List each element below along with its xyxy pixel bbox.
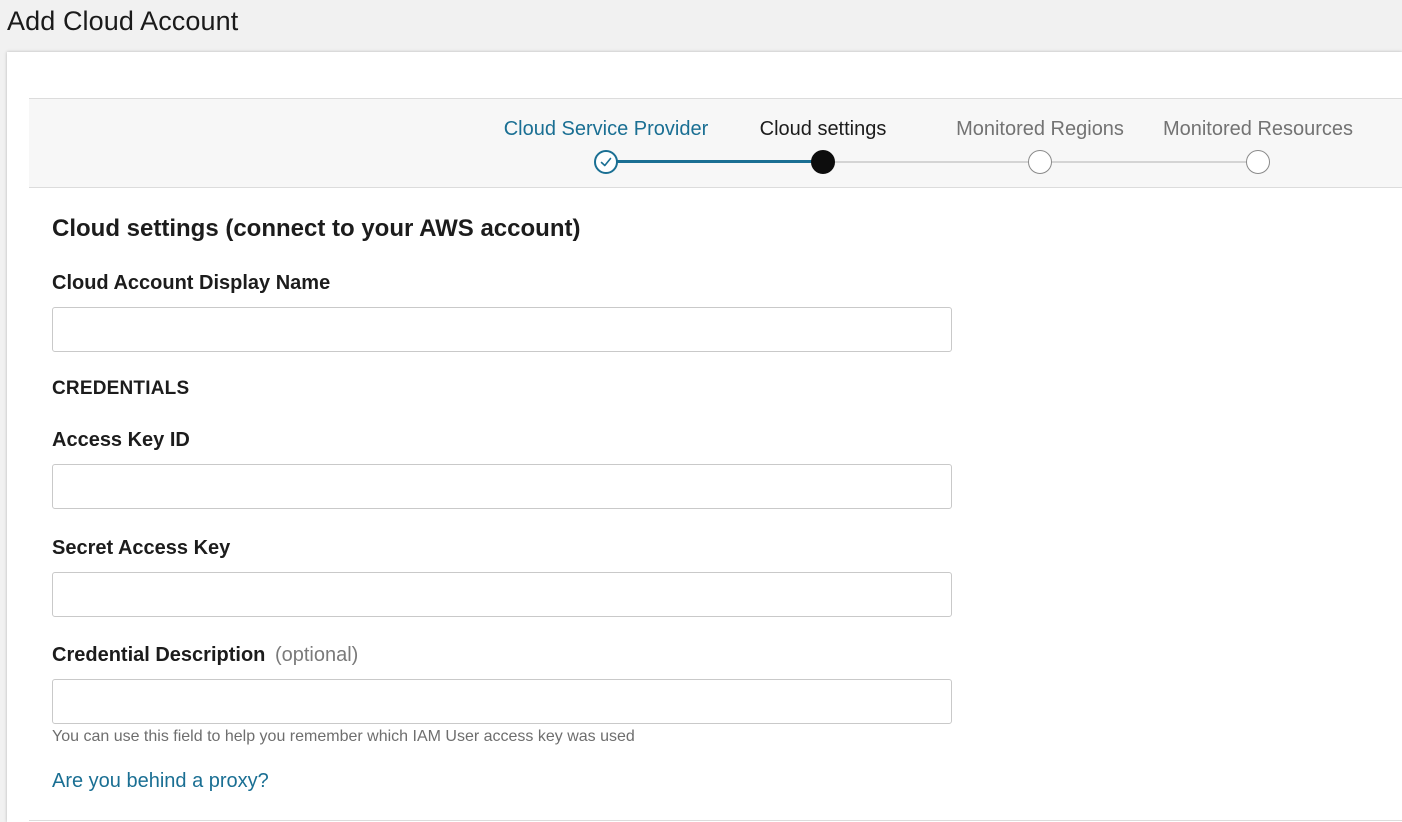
display-name-label: Cloud Account Display Name bbox=[52, 272, 331, 294]
section-heading: Cloud settings (connect to your AWS acco… bbox=[52, 215, 581, 242]
secret-access-key-label: Secret Access Key bbox=[52, 537, 231, 559]
access-key-id-input[interactable] bbox=[52, 464, 952, 509]
step-label-cloud-settings: Cloud settings bbox=[759, 118, 887, 140]
step-label-monitored-resources: Monitored Resources bbox=[1162, 118, 1354, 140]
page-title: Add Cloud Account bbox=[7, 6, 239, 36]
credential-description-label-text: Credential Description bbox=[52, 644, 266, 666]
step-label-monitored-regions: Monitored Regions bbox=[956, 118, 1124, 140]
credentials-section-label: CREDENTIALS bbox=[52, 378, 190, 399]
optional-indicator: (optional) bbox=[274, 644, 359, 666]
step-node-monitored-regions bbox=[1028, 150, 1052, 174]
step-label-cloud-service-provider[interactable]: Cloud Service Provider bbox=[504, 117, 709, 141]
step-node-monitored-resources bbox=[1246, 150, 1270, 174]
proxy-settings-link[interactable]: Are you behind a proxy? bbox=[52, 769, 269, 793]
step-node-cloud-settings bbox=[811, 150, 835, 174]
secret-access-key-input[interactable] bbox=[52, 572, 952, 617]
checkmark-icon bbox=[600, 157, 612, 167]
footer-divider bbox=[29, 820, 1402, 821]
display-name-input[interactable] bbox=[52, 307, 952, 352]
wizard-stepper: Cloud Service Provider Cloud settings Mo… bbox=[29, 98, 1402, 188]
wizard-card: Cloud Service Provider Cloud settings Mo… bbox=[7, 52, 1402, 822]
step-connector-completed bbox=[606, 160, 823, 163]
step-node-cloud-service-provider[interactable] bbox=[594, 150, 618, 174]
access-key-id-label: Access Key ID bbox=[52, 429, 190, 451]
credential-description-label: Credential Description (optional) bbox=[52, 643, 358, 667]
credential-description-input[interactable] bbox=[52, 679, 952, 724]
credential-description-help-text: You can use this field to help you remem… bbox=[52, 728, 635, 745]
